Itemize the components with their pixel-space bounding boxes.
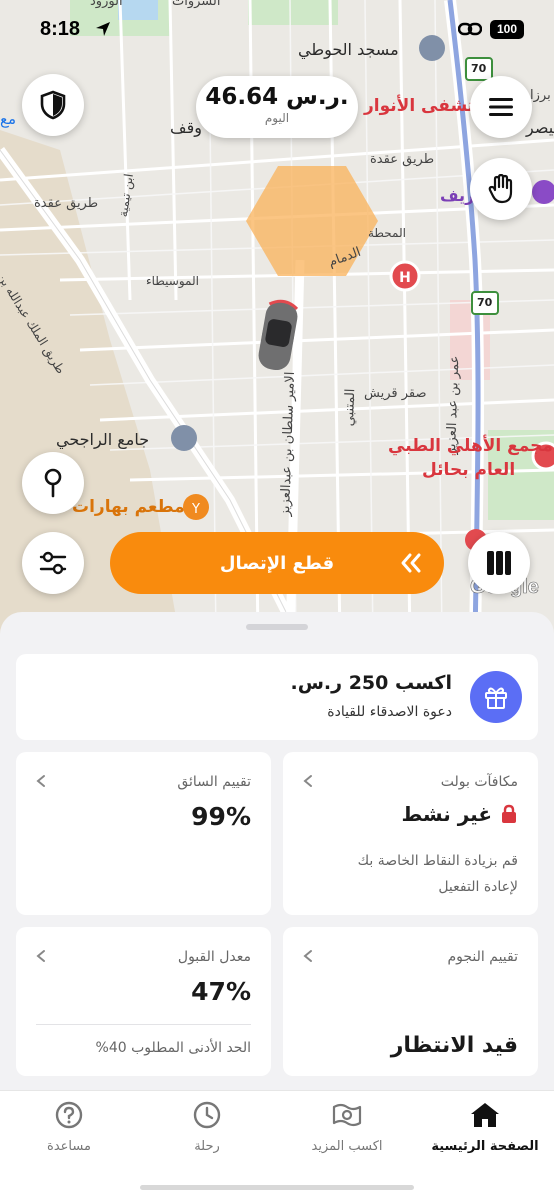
disconnect-button[interactable]: قطع الإتصال [110,532,444,594]
tab-help[interactable]: مساعدة [0,1101,138,1154]
disconnect-label: قطع الإتصال [219,552,335,574]
map-label-masjid-rajhi: جامع الراجحي [56,430,150,449]
route-shield-70-mid: 70 [477,296,493,309]
bolt-rewards-card[interactable]: مكافآت بولت غير نشط قم بزيادة النقاط الخ… [283,752,538,915]
driver-rating-value: 99% [191,802,251,831]
status-bar: 8:18 100 [0,0,554,60]
clock-icon [193,1101,221,1129]
lock-icon [502,804,516,823]
acceptance-rate-note: الحد الأدنى المطلوب 40% [95,1040,252,1056]
hand-icon [488,174,513,204]
acceptance-rate-title: معدل القبول [177,949,251,965]
chevron-left-icon [36,775,45,787]
tab-help-label: مساعدة [47,1139,91,1154]
map-label-matam-baharat: مطعم بهارات [72,497,185,517]
map-label-left-edge: مع [0,110,17,128]
tab-home-label: الصفحة الرئيسية [431,1139,539,1154]
tab-trips-label: رحلة [194,1139,220,1154]
menu-button[interactable] [470,76,532,138]
money-icon [332,1103,362,1127]
shield-icon [40,90,66,120]
stars-rating-card[interactable]: تقييم النجوم قيد الانتظار [283,927,538,1076]
bolt-rewards-status-row: غير نشط [401,802,518,826]
driver-rating-title: تقييم السائق [177,774,251,790]
map-layers-icon [487,551,511,575]
link-icon [458,22,482,36]
home-indicator [140,1185,414,1190]
tab-trips[interactable]: رحلة [138,1101,276,1154]
route-shield-70-top: 70 [471,62,487,75]
map-label-mujamma-ahli: مجمع الأهلي الطبي [388,436,553,456]
bolt-rewards-note: قم بزيادة النقاط الخاصة بك لإعادة التفعي… [358,848,518,900]
help-icon [55,1101,83,1129]
double-chevron-icon [401,553,421,573]
map-label-saqr-quraysh: صقر قريش [364,386,427,401]
bolt-rewards-status: غير نشط [401,802,492,826]
earnings-period: اليوم [264,111,290,125]
svg-text:H: H [399,270,411,286]
acceptance-rate-value: 47% [191,977,251,1006]
map-label-alaam-hail: العام بحائل [422,460,516,480]
chevron-left-icon [36,950,45,962]
safety-shield-button[interactable] [22,74,84,136]
chevron-left-icon [303,950,312,962]
svg-text:Y: Y [191,502,200,517]
map-label-aqdah-road-2: طريق عقدة [34,196,99,211]
invite-title: اكسب 250 ر.س. [290,672,452,694]
driver-rating-card[interactable]: تقييم السائق 99% [16,752,271,915]
stars-rating-title: تقييم النجوم [447,949,518,965]
tab-earn-more[interactable]: اكسب المزيد [278,1101,416,1154]
map-label-almusaytaba: الموسيطاء [146,274,199,288]
battery-indicator: 100 [490,20,524,39]
tab-bar: الصفحة الرئيسية اكسب المزيد رحلة مساعدة [0,1090,554,1200]
map-label-almutanabbi: المتنبي [342,388,359,427]
earnings-pill[interactable]: 46.64 ر.س. اليوم [196,76,358,138]
invite-subtitle: دعوة الاصدقاء للقيادة [327,704,452,720]
invite-friends-card[interactable]: اكسب 250 ر.س. دعوة الاصدقاء للقيادة [16,654,538,740]
status-time: 8:18 [40,18,81,40]
earnings-amount: 46.64 ر.س. [205,84,349,110]
map-label-almahatta: المحطة [368,226,406,240]
bolt-rewards-note-line2: لإعادة التفعيل [438,879,518,895]
acceptance-rate-card[interactable]: معدل القبول 47% الحد الأدنى المطلوب 40% [16,927,271,1076]
tab-earn-more-label: اكسب المزيد [311,1139,383,1154]
bolt-rewards-title: مكافآت بولت [440,774,518,790]
filters-button[interactable] [22,532,84,594]
gift-badge [470,671,522,723]
chevron-left-icon [303,775,312,787]
destination-pin-button[interactable] [22,452,84,514]
tab-home[interactable]: الصفحة الرئيسية [416,1101,554,1154]
home-icon [471,1103,499,1127]
location-arrow-icon [96,22,110,36]
map-label-faisal: فيصر [526,118,554,137]
stop-requests-button[interactable] [470,158,532,220]
hamburger-icon [489,98,513,116]
divider [36,1024,251,1025]
map-layers-button[interactable] [468,532,530,594]
bottom-sheet: اكسب 250 ر.س. دعوة الاصدقاء للقيادة مكاف… [0,612,554,1092]
map-pin-icon [44,468,62,498]
stars-rating-value: قيد الانتظار [390,1033,518,1058]
sheet-grabber[interactable] [246,624,308,630]
gift-icon [485,687,507,709]
sliders-icon [39,551,67,575]
bolt-rewards-note-line1: قم بزيادة النقاط الخاصة بك [357,853,518,869]
map-label-barz: برزا [530,88,551,103]
map-label-aqdah-road-1: طريق عقدة [370,152,435,167]
